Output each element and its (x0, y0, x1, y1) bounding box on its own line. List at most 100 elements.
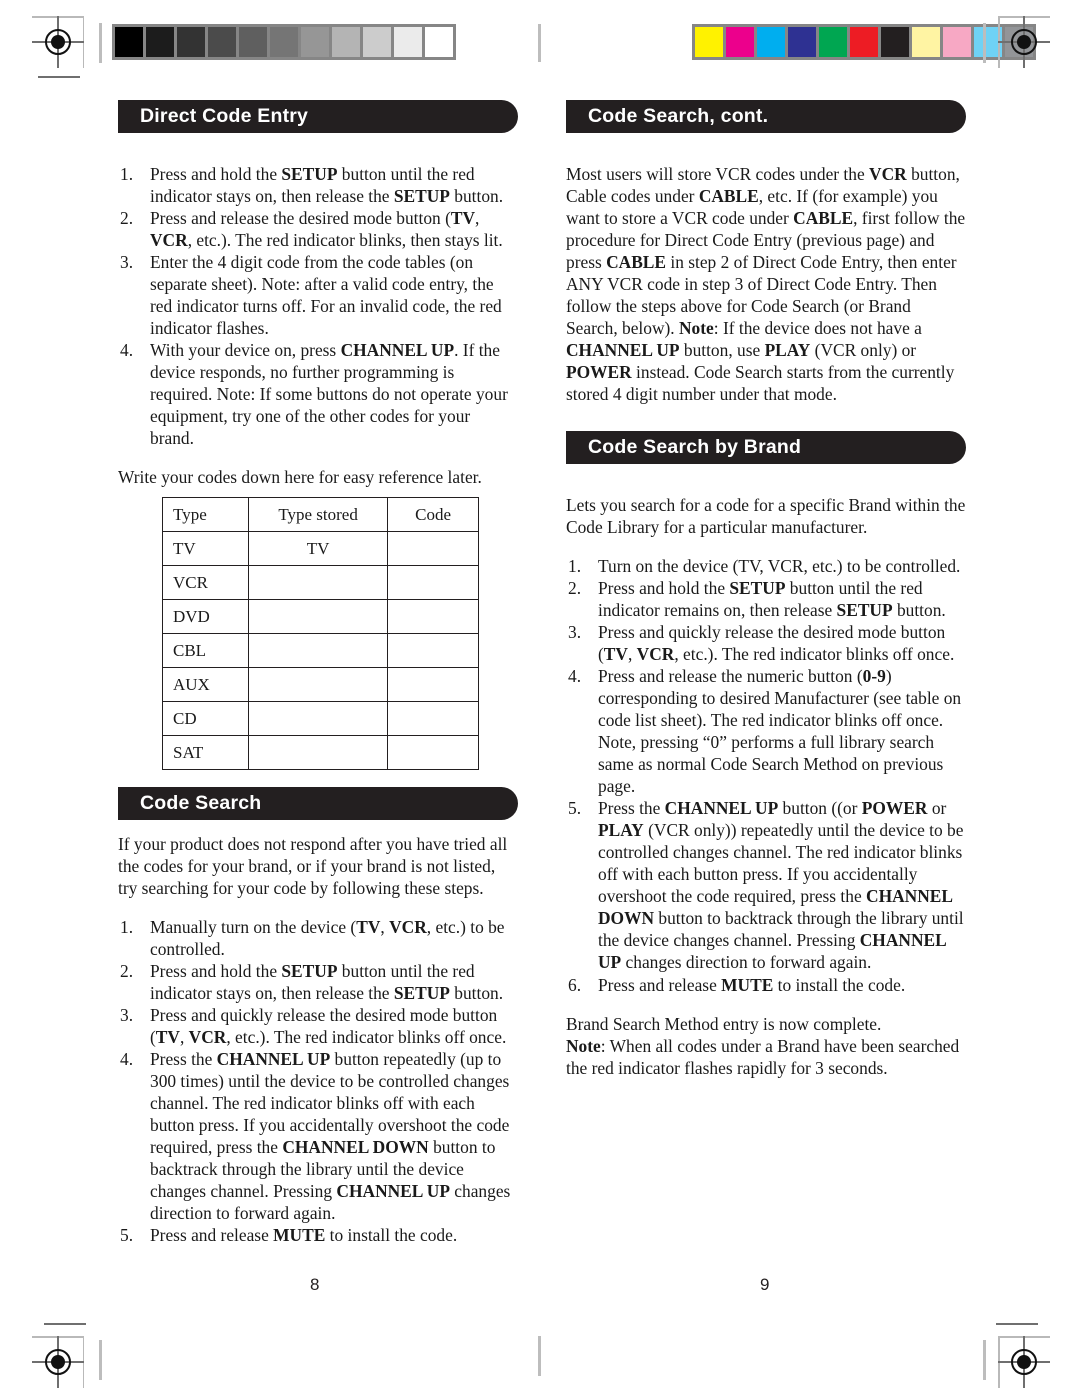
color-swatch (726, 27, 754, 57)
table-row: SAT (161, 735, 479, 771)
list-item: 2. Press and hold the SETUP button until … (118, 960, 518, 1004)
code-search-cont-body: Most users will store VCR codes under th… (566, 164, 966, 405)
cell-type[interactable]: SAT (161, 735, 250, 771)
list-item-number: 3. (120, 1005, 134, 1026)
registration-target-icon-top-left (30, 14, 86, 70)
list-item-number: 5. (568, 798, 582, 819)
write-codes-note: Write your codes down here for easy refe… (118, 467, 482, 488)
table-header-row: Type Type stored Code (161, 497, 479, 533)
list-item-number: 3. (568, 622, 582, 643)
registration-target-icon-bottom-right (996, 1334, 1052, 1390)
list-item: 4. Press the CHANNEL UP button repeatedly… (118, 1048, 518, 1224)
cell-type-stored[interactable] (248, 701, 389, 737)
brand-search-closing: Brand Search Method entry is now complet… (566, 1013, 960, 1078)
cell-type-stored[interactable] (248, 667, 389, 703)
code-record-table: Type Type stored Code TV TV VCR DVD CBL AUX CD… (161, 497, 479, 771)
cell-code[interactable] (387, 565, 479, 601)
cell-code[interactable] (387, 531, 479, 567)
cell-code[interactable] (387, 633, 479, 669)
list-item-text: Press and hold the SETUP button until th… (150, 164, 504, 207)
list-item-text: Press the CHANNEL UP button repeatedly (… (150, 1049, 511, 1224)
cell-type-stored[interactable]: TV (248, 531, 389, 567)
list-item-number: 6. (568, 974, 582, 995)
grayscale-swatch (425, 27, 453, 57)
crop-mark-bottom-left (44, 1323, 86, 1325)
cell-type-stored[interactable] (248, 735, 389, 771)
grayscale-swatch (394, 27, 422, 57)
section-title: Code Search (140, 792, 262, 815)
list-item: 3. Press and quickly release the desired … (118, 1004, 518, 1048)
grayscale-calibration-bar (112, 24, 456, 60)
list-item: 1. Press and hold the SETUP button until … (118, 163, 518, 207)
color-swatch (788, 27, 816, 57)
color-swatch (912, 27, 940, 57)
cell-type[interactable]: AUX (161, 667, 250, 703)
grayscale-swatch (332, 27, 360, 57)
list-item-number: 2. (120, 208, 134, 229)
grayscale-swatch (363, 27, 391, 57)
color-swatch (881, 27, 909, 57)
column-header-type: Type (161, 497, 250, 533)
list-item: 3. Press and quickly release the desired … (566, 621, 966, 665)
cell-type-stored[interactable] (248, 633, 389, 669)
section-header-code-search-by-brand: Code Search by Brand (566, 431, 966, 465)
list-item: 4. Press and release the numeric button (… (566, 665, 966, 797)
code-search-intro: If your product does not respond after y… (118, 834, 508, 899)
list-item-text: Press and release the numeric button (0-… (598, 666, 962, 797)
cell-code[interactable] (387, 735, 479, 771)
cell-type-stored[interactable] (248, 599, 389, 635)
color-swatch (943, 27, 971, 57)
cell-code[interactable] (387, 599, 479, 635)
brand-search-intro: Lets you search for a code for a specifi… (566, 495, 966, 538)
cell-code[interactable] (387, 667, 479, 703)
grayscale-swatch (208, 27, 236, 57)
list-item: 4. With your device on, press CHANNEL UP.… (118, 339, 518, 449)
list-item-number: 2. (120, 961, 134, 982)
list-item-number: 1. (120, 917, 134, 938)
color-swatch (850, 27, 878, 57)
registration-target-icon-bottom-left (30, 1334, 86, 1390)
list-item-text: Press and hold the SETUP button until th… (598, 578, 946, 621)
cell-type[interactable]: VCR (161, 565, 250, 601)
registration-target-icon-top-right (996, 14, 1052, 70)
list-item-number: 2. (568, 578, 582, 599)
list-item-text: Turn on the device (TV, VCR, etc.) to be… (598, 556, 961, 577)
cell-type-stored[interactable] (248, 565, 389, 601)
direct-code-entry-steps: 1. Press and hold the SETUP button until … (118, 163, 518, 449)
gutter-tick-top-left (99, 23, 102, 63)
section-header-code-search-cont: Code Search, cont. (566, 100, 966, 133)
grayscale-swatch (177, 27, 205, 57)
cell-code[interactable] (387, 701, 479, 737)
list-item-text: Press and release MUTE to install the co… (150, 1225, 458, 1246)
list-item-text: Press the CHANNEL UP button ((or POWER o… (598, 798, 964, 973)
gutter-tick-bottom-right (983, 1340, 986, 1380)
list-item: 2. Press and release the desired mode but… (118, 207, 518, 251)
grayscale-swatch (146, 27, 174, 57)
column-header-type-stored: Type stored (248, 497, 389, 533)
list-item-text: Press and release the desired mode butto… (150, 208, 503, 251)
list-item: 2. Press and hold the SETUP button until … (566, 577, 966, 621)
column-header-code: Code (387, 497, 479, 533)
crop-mark-top-left (38, 76, 80, 78)
cell-type[interactable]: CD (161, 701, 250, 737)
list-item: 1. Manually turn on the device (TV, VCR, … (118, 916, 518, 960)
gutter-tick-bottom-left (99, 1340, 102, 1380)
list-item-number: 3. (120, 252, 134, 273)
list-item: 5. Press the CHANNEL UP button ((or POWER… (566, 797, 966, 973)
list-item: 5. Press and release MUTE to install the … (118, 1224, 518, 1246)
table-row: CD (161, 701, 479, 737)
right-page-column: Code Search, cont. Most users will store… (566, 100, 966, 1079)
table-row: CBL (161, 633, 479, 669)
list-item-number: 4. (120, 1049, 134, 1070)
cell-type[interactable]: DVD (161, 599, 250, 635)
list-item-text: Press and hold the SETUP button until th… (150, 961, 504, 1004)
grayscale-swatch (270, 27, 298, 57)
cell-type[interactable]: TV (161, 531, 250, 567)
list-item-number: 1. (120, 164, 134, 184)
gutter-tick-top-center (538, 24, 541, 62)
list-item-number: 4. (568, 666, 582, 687)
table-row: TV TV (161, 531, 479, 567)
list-item-text: Press and release MUTE to install the co… (598, 974, 906, 995)
table-row: VCR (161, 565, 479, 601)
cell-type[interactable]: CBL (161, 633, 250, 669)
